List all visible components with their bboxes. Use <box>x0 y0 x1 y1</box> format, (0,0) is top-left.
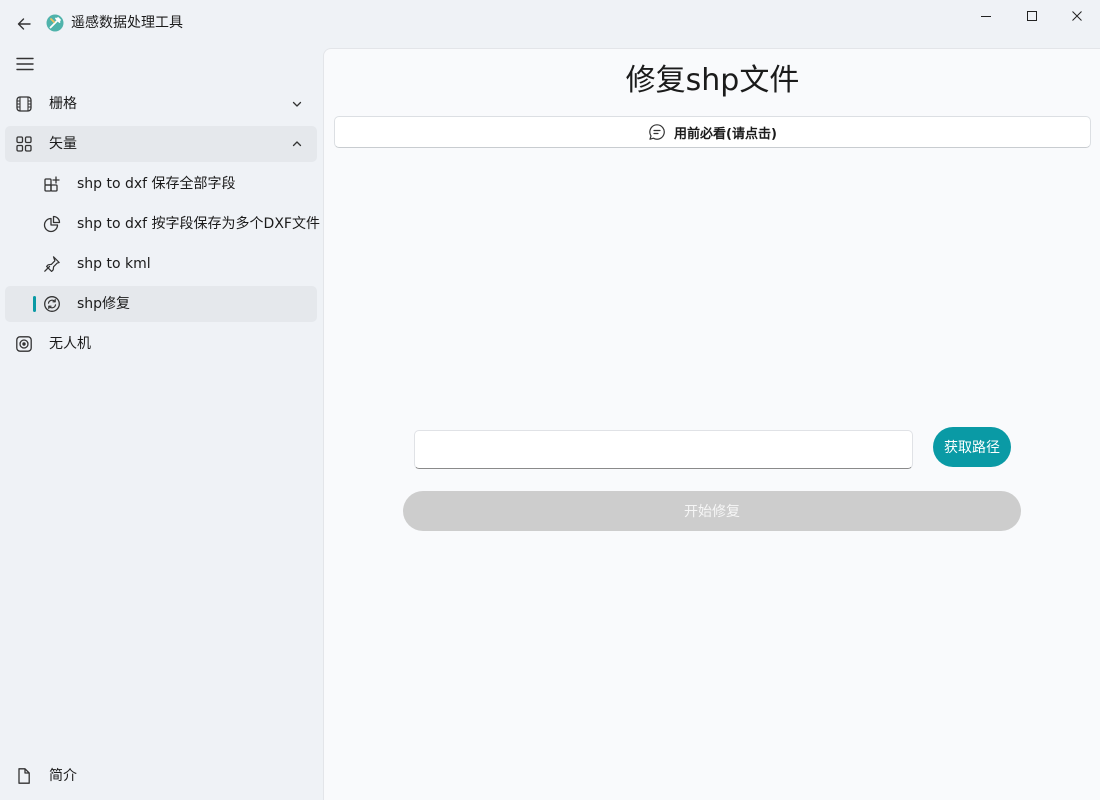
close-button[interactable] <box>1054 0 1100 32</box>
sidebar-item-label: 栅格 <box>49 96 77 112</box>
app-logo-icon <box>46 14 64 32</box>
sync-icon <box>44 296 60 312</box>
start-repair-button[interactable]: 开始修复 <box>403 491 1021 531</box>
sidebar-item-label: shp to dxf 按字段保存为多个DXF文件 <box>77 216 320 232</box>
sidebar-item-label: shp to dxf 保存全部字段 <box>77 176 236 192</box>
selection-indicator <box>33 296 36 312</box>
minimize-icon <box>981 16 991 17</box>
main-content: 修复shp文件 用前必看(请点击) 获取路径 开始修复 <box>323 48 1100 800</box>
menu-toggle-button[interactable] <box>8 50 42 78</box>
sidebar-item-label: 矢量 <box>49 136 77 152</box>
app-title: 遥感数据处理工具 <box>71 15 183 31</box>
sidebar-item-uav[interactable]: 无人机 <box>5 326 317 362</box>
get-path-button[interactable]: 获取路径 <box>933 427 1011 467</box>
sidebar-item-shp-to-kml[interactable]: shp to kml <box>5 246 317 282</box>
hamburger-icon <box>16 57 34 71</box>
chat-bubble-icon <box>649 124 665 140</box>
close-icon <box>1072 11 1082 21</box>
title-bar: 遥感数据处理工具 <box>0 0 1100 46</box>
back-arrow-icon <box>17 18 31 30</box>
sidebar-item-vector[interactable]: 矢量 <box>5 126 317 162</box>
maximize-icon <box>1027 11 1037 21</box>
chevron-up-icon <box>292 141 302 147</box>
sidebar-item-label: 简介 <box>49 768 77 784</box>
back-button[interactable] <box>10 10 38 38</box>
grid-icon <box>16 136 32 152</box>
film-icon <box>16 96 32 112</box>
notice-button[interactable]: 用前必看(请点击) <box>334 116 1091 148</box>
sidebar-item-label: 无人机 <box>49 336 91 352</box>
pin-icon <box>44 256 60 272</box>
sidebar-item-raster[interactable]: 栅格 <box>5 86 317 122</box>
sidebar-item-shp-to-dxf-by-field[interactable]: shp to dxf 按字段保存为多个DXF文件 <box>5 206 320 242</box>
maximize-button[interactable] <box>1009 0 1055 32</box>
sidebar-item-about[interactable]: 简介 <box>5 758 317 794</box>
chevron-down-icon <box>292 101 302 107</box>
page-title: 修复shp文件 <box>625 63 800 98</box>
pie-chart-icon <box>43 215 61 233</box>
sidebar-item-shp-repair[interactable]: shp修复 <box>5 286 317 322</box>
notice-button-label: 用前必看(请点击) <box>674 126 777 142</box>
sidebar-item-label: shp to kml <box>77 256 151 272</box>
sidebar-item-label: shp修复 <box>77 296 131 312</box>
minimize-button[interactable] <box>963 0 1009 32</box>
document-icon <box>18 768 30 784</box>
path-input[interactable] <box>414 430 913 469</box>
sidebar-item-shp-to-dxf-all[interactable]: shp to dxf 保存全部字段 <box>5 166 317 202</box>
target-icon <box>16 336 32 352</box>
apps-add-icon <box>44 176 60 192</box>
